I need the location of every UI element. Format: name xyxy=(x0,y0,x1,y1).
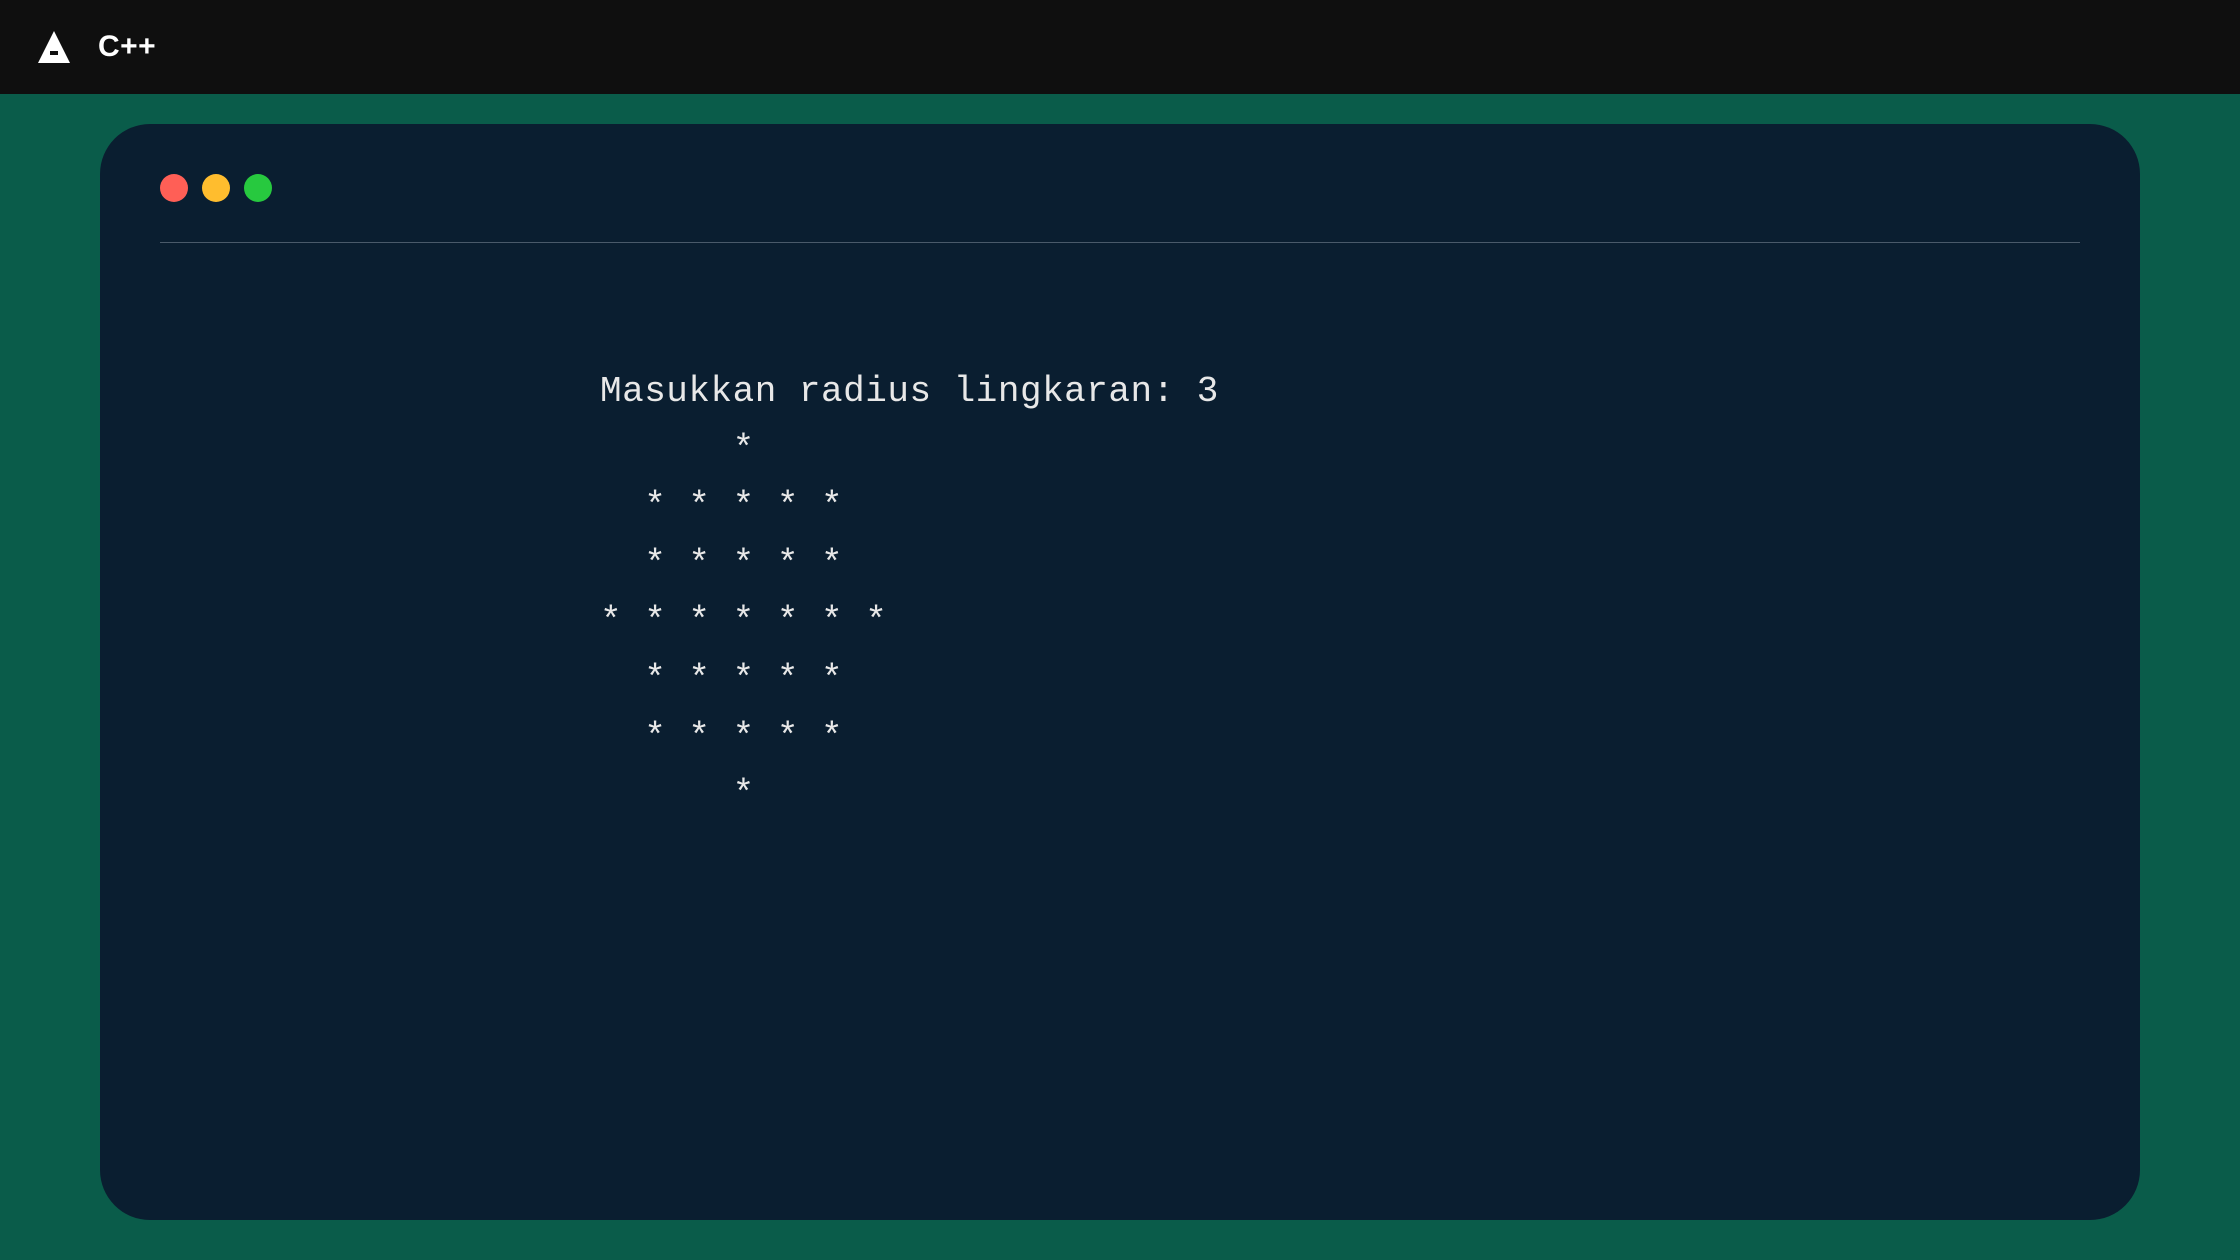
terminal-output: Masukkan radius lingkaran: 3 * * * * * *… xyxy=(600,363,2080,824)
window-controls xyxy=(160,174,2080,243)
maximize-icon[interactable] xyxy=(244,174,272,202)
terminal-body: Masukkan radius lingkaran: 3 * * * * * *… xyxy=(160,243,2080,1170)
app-logo-icon xyxy=(30,23,78,71)
close-icon[interactable] xyxy=(160,174,188,202)
app-header: C++ xyxy=(0,0,2240,94)
terminal-window: Masukkan radius lingkaran: 3 * * * * * *… xyxy=(100,124,2140,1220)
content-area: Masukkan radius lingkaran: 3 * * * * * *… xyxy=(0,94,2240,1260)
minimize-icon[interactable] xyxy=(202,174,230,202)
language-label: C++ xyxy=(98,30,156,64)
